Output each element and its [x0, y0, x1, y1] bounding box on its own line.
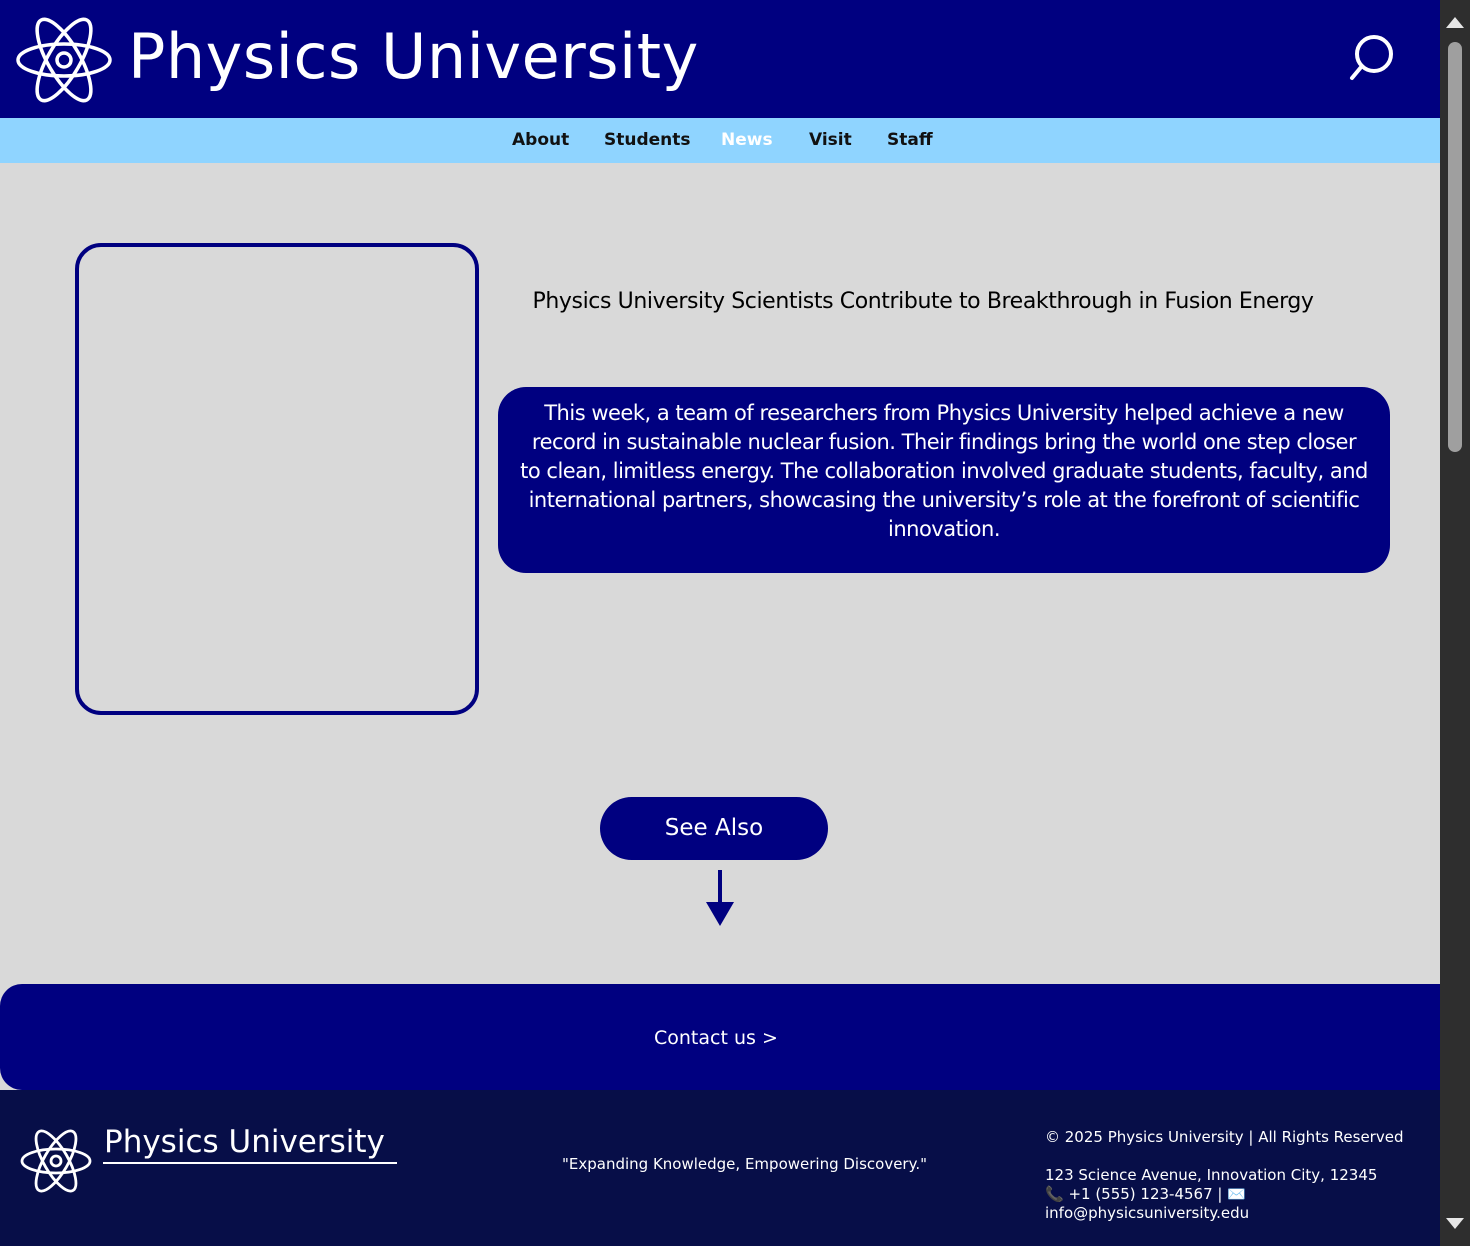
footer-address: 123 Science Avenue, Innovation City, 123… — [1045, 1166, 1378, 1184]
site-header: Physics University — [0, 0, 1440, 118]
footer-tagline: "Expanding Knowledge, Empowering Discove… — [562, 1155, 928, 1173]
see-also-button[interactable]: See Also — [600, 797, 828, 860]
nav-item-staff[interactable]: Staff — [887, 129, 933, 151]
search-icon[interactable] — [1344, 32, 1400, 84]
footer-phone: 📞 +1 (555) 123-4567 | ✉️ — [1045, 1185, 1246, 1203]
footer-atom-icon — [20, 1129, 92, 1193]
footer-title-underline — [103, 1162, 397, 1164]
footer-info: © 2025 Physics University | All Rights R… — [1045, 1128, 1440, 1223]
scrollbar-thumb[interactable] — [1448, 42, 1462, 452]
nav-item-about[interactable]: About — [512, 129, 569, 151]
scroll-down-arrow-icon[interactable] — [1445, 1214, 1465, 1232]
page: Physics University About Students News V… — [0, 0, 1440, 1246]
article-image-placeholder — [75, 243, 479, 715]
arrow-down-icon — [706, 870, 734, 926]
scroll-up-arrow-icon[interactable] — [1445, 14, 1465, 32]
footer-copyright: © 2025 Physics University | All Rights R… — [1045, 1128, 1404, 1146]
footer-email[interactable]: info@physicsuniversity.edu — [1045, 1204, 1440, 1223]
article-body: This week, a team of researchers from Ph… — [520, 401, 1368, 541]
nav-item-news[interactable]: News — [721, 129, 773, 151]
contact-us-link[interactable]: Contact us > — [654, 1025, 778, 1051]
nav-item-visit[interactable]: Visit — [809, 129, 852, 151]
article-headline: Physics University Scientists Contribute… — [532, 289, 1314, 314]
article-summary-box: This week, a team of researchers from Ph… — [498, 387, 1390, 573]
atom-icon[interactable] — [16, 8, 112, 112]
site-title[interactable]: Physics University — [128, 18, 699, 96]
nav-item-students[interactable]: Students — [604, 129, 691, 151]
main-nav: About Students News Visit Staff — [0, 118, 1440, 163]
footer-title[interactable]: Physics University — [104, 1122, 385, 1162]
